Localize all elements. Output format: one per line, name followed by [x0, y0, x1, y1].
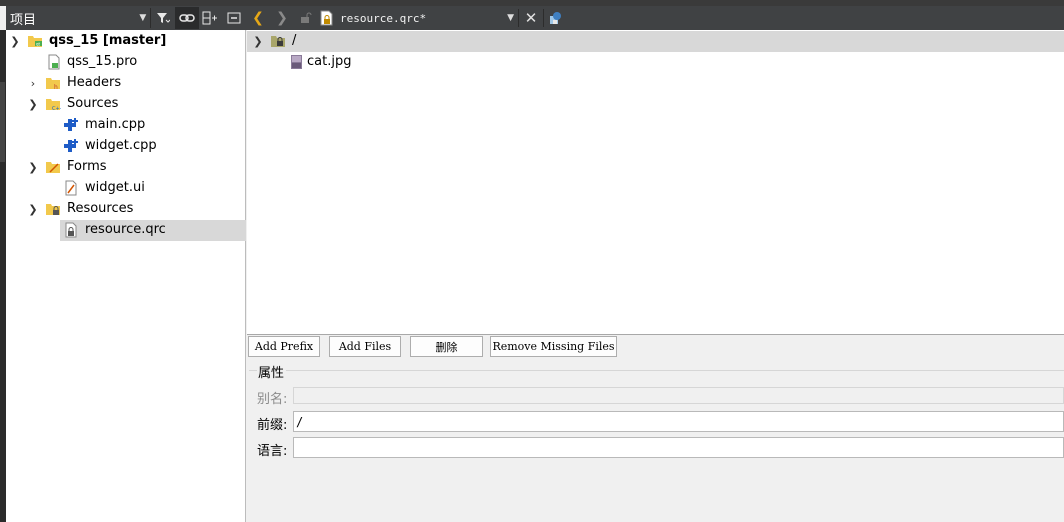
filter-icon	[157, 13, 171, 23]
remove-missing-files-button[interactable]: Remove Missing Files	[490, 336, 617, 357]
ui-file-icon	[65, 180, 77, 196]
add-files-button[interactable]: Add Files	[329, 336, 401, 357]
add-prefix-button[interactable]: Add Prefix	[248, 336, 320, 357]
panel-view-label: 项目	[10, 12, 37, 28]
forward-button[interactable]: ❯	[270, 7, 294, 29]
cpp-file-icon	[64, 139, 78, 152]
tree-item-sources[interactable]: ❯ C++ Sources	[6, 94, 246, 115]
project-tree: ❯ qt qss_15 [master] qss_15.pro › h Head…	[6, 30, 246, 522]
tree-item-label: Forms	[67, 159, 107, 174]
chevron-down-icon[interactable]: ❯	[26, 97, 40, 111]
tree-item-main-cpp[interactable]: main.cpp	[6, 115, 246, 136]
tree-item-widget-cpp[interactable]: widget.cpp	[6, 136, 246, 157]
prefix-folder-icon	[271, 36, 285, 47]
tree-item-label: main.cpp	[85, 117, 146, 132]
properties-group-title: 属性	[258, 366, 285, 381]
alias-field[interactable]	[293, 387, 1064, 404]
svg-text:h: h	[54, 84, 58, 91]
delete-button[interactable]: 删除	[410, 336, 483, 357]
chevron-right-icon[interactable]: ›	[26, 76, 40, 90]
chevron-down-icon: ▼	[139, 13, 147, 23]
tree-item-label: qss_15.pro	[67, 54, 138, 69]
tree-item-label: widget.cpp	[85, 138, 157, 153]
tree-item-headers[interactable]: › h Headers	[6, 73, 246, 94]
headers-folder-icon: h	[46, 78, 60, 91]
language-field[interactable]	[293, 437, 1064, 458]
tree-item-label: Headers	[67, 75, 122, 90]
chevron-down-icon[interactable]: ❯	[26, 202, 40, 216]
forms-folder-icon	[46, 162, 60, 173]
chevron-down-icon: ▼	[507, 13, 514, 23]
tree-item-label: widget.ui	[85, 180, 145, 195]
qrc-file-icon	[65, 222, 77, 238]
project-panel-toolbar: 项目 ▼	[6, 6, 246, 30]
group-border	[249, 370, 257, 371]
resource-item-label: /	[292, 33, 297, 48]
editor-toolbar: ❮ ❯ resource.qrc* ▼ ✕	[246, 6, 1064, 30]
chevron-down-icon[interactable]: ❯	[8, 34, 22, 48]
chevron-right-icon: ❯	[276, 10, 288, 26]
chevron-left-icon: ❮	[252, 10, 264, 26]
mode-bar-scroll[interactable]	[0, 82, 5, 162]
lock-button[interactable]	[294, 7, 318, 29]
document-select[interactable]: resource.qrc* ▼	[318, 8, 518, 28]
cpp-file-icon	[64, 118, 78, 131]
svg-text:qt: qt	[36, 42, 41, 47]
sources-folder-icon: C++	[46, 99, 61, 112]
document-name: resource.qrc*	[340, 11, 427, 25]
close-icon: ✕	[524, 9, 538, 27]
language-label: 语言:	[257, 444, 288, 459]
tree-item-label: resource.qrc	[85, 222, 166, 237]
tree-item-widget-ui[interactable]: widget.ui	[6, 178, 246, 199]
split-add-icon	[202, 11, 218, 25]
tree-item-label: Resources	[67, 201, 134, 216]
chevron-down-icon[interactable]: ❯	[251, 34, 265, 48]
close-panel-icon	[227, 12, 241, 24]
alias-label: 别名:	[257, 392, 288, 407]
resource-item-file[interactable]: cat.jpg	[247, 52, 1064, 73]
group-border	[286, 370, 1064, 371]
prefix-field[interactable]: /	[293, 411, 1064, 432]
sync-link-button[interactable]	[174, 7, 199, 29]
tree-item-pro[interactable]: qss_15.pro	[6, 52, 246, 73]
panel-view-select[interactable]: 项目 ▼	[6, 8, 152, 28]
image-file-icon	[291, 55, 302, 69]
link-icon	[179, 14, 195, 22]
unlock-icon	[301, 12, 312, 23]
back-button[interactable]: ❮	[246, 7, 270, 29]
resources-folder-icon	[46, 204, 60, 215]
tree-item-label: qss_15 [master]	[49, 33, 167, 48]
tree-item-resources[interactable]: ❯ Resources	[6, 199, 246, 220]
filter-button[interactable]	[151, 7, 175, 29]
tree-item-project[interactable]: ❯ qt qss_15 [master]	[6, 31, 246, 52]
svg-text:C++: C++	[52, 106, 61, 112]
qrc-file-icon	[320, 10, 333, 26]
resource-item-label: cat.jpg	[307, 54, 352, 69]
split-editor-icon	[550, 12, 561, 24]
tree-item-label: Sources	[67, 96, 119, 111]
prefix-label: 前缀:	[257, 418, 288, 433]
pro-file-icon	[48, 54, 60, 70]
tree-item-forms[interactable]: ❯ Forms	[6, 157, 246, 178]
resource-tree: ❯ / cat.jpg	[247, 30, 1064, 334]
close-document-button[interactable]: ✕	[519, 7, 543, 29]
project-folder-icon: qt	[28, 36, 42, 47]
resource-item-prefix[interactable]: ❯ /	[247, 31, 1064, 52]
close-panel-button[interactable]	[222, 7, 246, 29]
split-editor-button[interactable]	[544, 7, 568, 29]
tree-item-resource-qrc[interactable]: resource.qrc	[60, 220, 246, 241]
editor-splitter[interactable]	[247, 334, 1064, 335]
chevron-down-icon[interactable]: ❯	[26, 160, 40, 174]
resource-action-bar: Add Prefix Add Files 删除 Remove Missing F…	[247, 336, 1064, 358]
split-button[interactable]	[199, 7, 223, 29]
